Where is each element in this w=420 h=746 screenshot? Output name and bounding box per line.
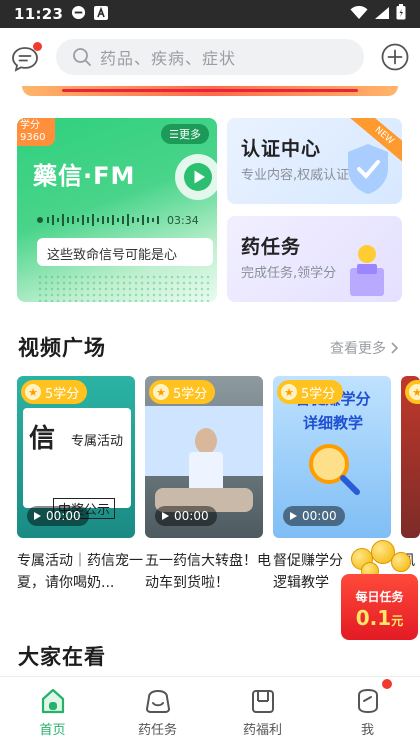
- signal-icon: [374, 5, 390, 24]
- credit-badge: 学分 9360: [17, 118, 55, 146]
- video-caption[interactable]: 督促赚学分逻辑教学: [273, 550, 343, 594]
- message-button[interactable]: [8, 40, 42, 74]
- fm-now-playing: 这些致命信号可能是心: [37, 238, 213, 266]
- video-thumbnail: 信 专属活动 中奖公示: [23, 408, 131, 519]
- plus-circle-icon: [381, 43, 409, 71]
- coin-icon: [391, 552, 411, 572]
- profile-icon: [357, 688, 378, 714]
- duration-label: 00:00: [302, 509, 337, 523]
- star-icon: ★: [25, 384, 41, 400]
- search-input[interactable]: 药品、疾病、症状: [56, 39, 364, 75]
- video-caption[interactable]: 专属活动｜药信宠一夏，请你喝奶...: [17, 550, 143, 594]
- credit-badge: ★ 5学分: [277, 380, 344, 404]
- star-icon: ★: [153, 384, 169, 400]
- home-icon: [41, 688, 64, 714]
- cert-title: 认证中心: [241, 138, 322, 160]
- dnd-icon: [71, 5, 86, 24]
- promo-amount-value: 0.1: [355, 606, 392, 630]
- task-bag-icon: [145, 689, 170, 713]
- tab-label: 首页: [39, 723, 66, 738]
- video-more-label: 查看更多: [330, 341, 386, 357]
- wifi-icon: [350, 5, 368, 24]
- status-time: 11:23: [14, 5, 64, 23]
- tab-me[interactable]: 我: [315, 677, 420, 746]
- video-card[interactable]: ★ 5学分 00:00: [145, 376, 263, 538]
- promo-amount: 0.1元: [345, 606, 414, 630]
- duration-label: 00:00: [174, 509, 209, 523]
- certification-card[interactable]: 认证中心 专业内容,权威认证 NEW: [227, 118, 402, 204]
- person-figure: [195, 428, 217, 454]
- add-button[interactable]: [380, 42, 410, 72]
- gift-box-icon: [251, 690, 274, 713]
- video-more-link[interactable]: 查看更多: [330, 338, 399, 358]
- audio-waveform[interactable]: [37, 212, 177, 228]
- chevron-right-icon: [391, 342, 399, 354]
- task-subtitle: 完成任务,领学分: [241, 266, 337, 281]
- credit-badge-value: 9360: [20, 132, 46, 143]
- video-caption[interactable]: 五一药信大转盘！电动车到货啦！: [145, 550, 271, 594]
- play-button[interactable]: [175, 154, 217, 200]
- fm-card[interactable]: 学分 9360 ☰更多 藥信·FM 03:34 这些致命信号可能是心: [17, 118, 217, 302]
- tab-label: 我: [360, 723, 374, 738]
- cert-subtitle: 专业内容,权威认证: [241, 168, 350, 183]
- magnifier-illustration: [309, 444, 360, 495]
- video-card[interactable]: 督促赚学分 详细教学 ★5学分 00:00: [273, 376, 391, 538]
- play-icon: [162, 512, 169, 520]
- thumb-text: 信: [29, 424, 56, 454]
- shield-icon: [348, 144, 388, 194]
- video-duration: 00:00: [155, 506, 217, 526]
- credit-badge: ★ 5学分: [21, 380, 88, 404]
- promo-label: 每日任务: [355, 590, 404, 604]
- duration-label: 00:00: [46, 509, 81, 523]
- task-card[interactable]: 药任务 完成任务,领学分: [227, 216, 402, 302]
- battery-icon: [396, 4, 406, 24]
- trophy-icon: [350, 245, 384, 296]
- search-icon: [73, 48, 91, 66]
- task-title: 药任务: [241, 236, 302, 258]
- play-icon: [34, 512, 41, 520]
- tab-drug-welfare[interactable]: 药福利: [210, 677, 315, 746]
- credit-badge-label: 5学分: [173, 386, 208, 402]
- tab-label: 药福利: [242, 723, 282, 738]
- video-section-title: 视频广场: [18, 336, 106, 360]
- fm-title: 藥信·FM: [33, 162, 136, 190]
- play-icon: [290, 512, 297, 520]
- fm-more-button[interactable]: ☰更多: [161, 124, 209, 144]
- credit-badge-label: 5学分: [45, 386, 80, 402]
- video-duration: 00:00: [283, 506, 345, 526]
- tab-label: 药任务: [137, 723, 177, 738]
- thumb-text: 专属活动: [71, 434, 124, 449]
- video-card[interactable]: ★: [401, 376, 420, 538]
- star-icon: ★: [409, 384, 420, 400]
- search-placeholder: 药品、疾病、症状: [100, 49, 237, 68]
- daily-task-promo[interactable]: 每日任务 0.1元: [341, 538, 418, 642]
- status-bar: 11:23: [0, 0, 420, 28]
- bottom-tab-bar: 首页 药任务 药福利 我: [0, 676, 420, 746]
- search-header: 药品、疾病、症状: [0, 28, 420, 86]
- everyone-section-title: 大家在看: [18, 645, 106, 669]
- play-icon: [184, 163, 212, 191]
- top-banner-edge[interactable]: [22, 86, 398, 96]
- credit-badge: ★ 5学分: [149, 380, 216, 404]
- credit-badge-label: 学分: [20, 120, 40, 131]
- credit-badge-label: 5学分: [301, 386, 336, 402]
- tab-drug-tasks[interactable]: 药任务: [105, 677, 210, 746]
- unread-dot: [382, 679, 392, 689]
- video-card[interactable]: 信 专属活动 中奖公示 ★ 5学分 00:00: [17, 376, 135, 538]
- promo-amount-unit: 元: [391, 614, 404, 628]
- video-duration: 00:00: [27, 506, 89, 526]
- credit-badge: ★: [405, 380, 420, 404]
- fm-duration: 03:34: [167, 214, 199, 227]
- tab-home[interactable]: 首页: [0, 677, 105, 746]
- decorative-dots: [37, 274, 213, 302]
- app-notification-icon: [94, 5, 109, 24]
- thumb-text: 详细教学: [302, 414, 363, 432]
- unread-dot: [33, 42, 42, 51]
- star-icon: ★: [281, 384, 297, 400]
